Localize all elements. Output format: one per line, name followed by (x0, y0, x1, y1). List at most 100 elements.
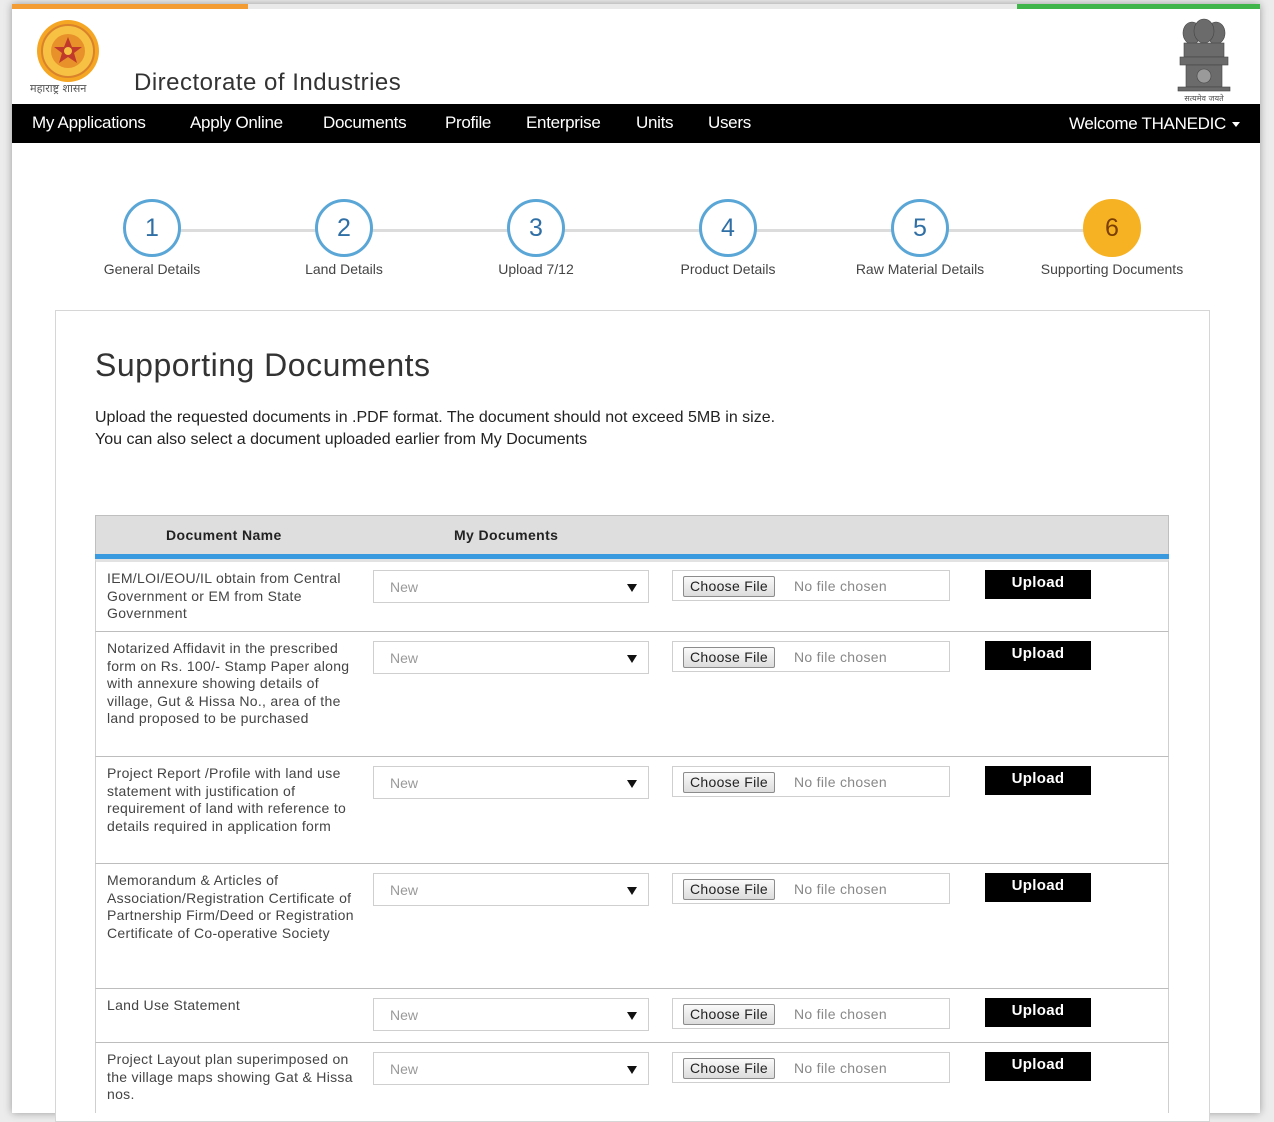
nav-apply-online[interactable]: Apply Online (190, 113, 283, 133)
select-value: New (390, 579, 419, 595)
table-row: Notarized Affidavit in the prescribed fo… (95, 632, 1169, 757)
documents-table: Document Name My Documents IEM/LOI/EOU/I… (95, 515, 1169, 1113)
main-navbar: My Applications Apply Online Documents P… (12, 104, 1260, 143)
file-input: Choose File No file chosen (672, 998, 950, 1029)
nav-profile[interactable]: Profile (445, 113, 491, 133)
step-label: Product Details (680, 261, 776, 277)
dropdown-arrow-icon (627, 887, 637, 895)
file-status: No file chosen (794, 649, 887, 665)
document-name: Notarized Affidavit in the prescribed fo… (107, 640, 350, 727)
national-emblem-logo: सत्यमेव जयते (1177, 18, 1231, 103)
dropdown-arrow-icon (627, 584, 637, 592)
choose-file-button[interactable]: Choose File (683, 1058, 776, 1079)
step-supporting-documents[interactable]: 6 Supporting Documents (1022, 199, 1202, 277)
caret-down-icon (1232, 122, 1240, 128)
nav-users[interactable]: Users (708, 113, 751, 133)
dropdown-arrow-icon (627, 655, 637, 663)
welcome-text: Welcome THANEDIC (1068, 114, 1226, 133)
file-status: No file chosen (794, 881, 887, 897)
file-input: Choose File No file chosen (672, 766, 950, 797)
dropdown-arrow-icon (627, 1066, 637, 1074)
document-name: Project Report /Profile with land use st… (107, 765, 347, 834)
upload-button[interactable]: Upload (985, 998, 1091, 1027)
upload-button[interactable]: Upload (985, 873, 1091, 902)
nav-units[interactable]: Units (636, 113, 674, 133)
intro-text: Upload the requested documents in .PDF f… (95, 407, 775, 451)
file-input: Choose File No file chosen (672, 1052, 950, 1083)
document-name: IEM/LOI/EOU/IL obtain from Central Gover… (107, 570, 341, 622)
step-label: General Details (103, 261, 201, 277)
select-value: New (390, 882, 419, 898)
column-header-my-documents: My Documents (454, 527, 559, 543)
dropdown-arrow-icon (627, 1012, 637, 1020)
file-status: No file chosen (794, 1006, 887, 1022)
step-product-details[interactable]: 4 Product Details (638, 199, 818, 277)
step-number: 1 (123, 199, 181, 257)
select-value: New (390, 1061, 419, 1077)
step-label: Upload 7/12 (498, 261, 574, 277)
table-row: Project Layout plan superimposed on the … (95, 1043, 1169, 1113)
choose-file-button[interactable]: Choose File (683, 576, 776, 597)
step-label: Supporting Documents (1040, 261, 1184, 277)
choose-file-button[interactable]: Choose File (683, 1004, 776, 1025)
table-row: Memorandum & Articles of Association/Reg… (95, 864, 1169, 989)
table-row: Project Report /Profile with land use st… (95, 757, 1169, 864)
my-documents-select[interactable]: New (373, 998, 649, 1031)
document-name: Memorandum & Articles of Association/Reg… (107, 872, 354, 941)
table-row: IEM/LOI/EOU/IL obtain from Central Gover… (95, 559, 1169, 632)
table-header: Document Name My Documents (95, 515, 1169, 554)
maharashtra-seal-logo (37, 20, 99, 82)
nav-enterprise[interactable]: Enterprise (526, 113, 601, 133)
file-input: Choose File No file chosen (672, 570, 950, 601)
intro-line-2: You can also select a document uploaded … (95, 431, 588, 448)
progress-stepper: 1 General Details 2 Land Details 3 Uploa… (12, 199, 1260, 289)
my-documents-select[interactable]: New (373, 873, 649, 906)
logo-caption: महाराष्ट्र शासन (30, 82, 87, 95)
nav-my-applications[interactable]: My Applications (32, 113, 146, 133)
table-row: Land Use Statement New Choose File No fi… (95, 989, 1169, 1043)
step-number: 6 (1083, 199, 1141, 257)
file-status: No file chosen (794, 578, 887, 594)
step-upload-7-12[interactable]: 3 Upload 7/12 (446, 199, 626, 277)
my-documents-select[interactable]: New (373, 570, 649, 603)
site-title: Directorate of Industries (134, 69, 402, 96)
upload-button[interactable]: Upload (985, 641, 1091, 670)
file-status: No file chosen (794, 1060, 887, 1076)
step-general-details[interactable]: 1 General Details (62, 199, 242, 277)
intro-line-1: Upload the requested documents in .PDF f… (95, 409, 776, 426)
choose-file-button[interactable]: Choose File (683, 647, 776, 668)
select-value: New (390, 1007, 419, 1023)
select-value: New (390, 775, 419, 791)
column-header-document-name: Document Name (166, 527, 282, 543)
nav-documents[interactable]: Documents (323, 113, 407, 133)
browser-page: महाराष्ट्र शासन Directorate of Industrie… (12, 4, 1260, 1122)
step-number: 4 (699, 199, 757, 257)
my-documents-select[interactable]: New (373, 1052, 649, 1085)
file-input: Choose File No file chosen (672, 641, 950, 672)
step-number: 5 (891, 199, 949, 257)
file-status: No file chosen (794, 774, 887, 790)
step-label: Land Details (305, 261, 383, 277)
user-menu[interactable]: Welcome THANEDIC (1069, 114, 1240, 134)
choose-file-button[interactable]: Choose File (683, 772, 776, 793)
emblem-caption: सत्यमेव जयते (1184, 93, 1224, 103)
supporting-documents-panel: Supporting Documents Upload the requeste… (55, 310, 1210, 1122)
step-land-details[interactable]: 2 Land Details (254, 199, 434, 277)
my-documents-select[interactable]: New (373, 641, 649, 674)
step-label: Raw Material Details (855, 261, 985, 277)
dropdown-arrow-icon (627, 780, 637, 788)
step-number: 2 (315, 199, 373, 257)
choose-file-button[interactable]: Choose File (683, 879, 776, 900)
document-name: Project Layout plan superimposed on the … (107, 1051, 353, 1103)
upload-button[interactable]: Upload (985, 1052, 1091, 1081)
file-input: Choose File No file chosen (672, 873, 950, 904)
document-name: Land Use Statement (107, 997, 241, 1013)
step-raw-material-details[interactable]: 5 Raw Material Details (830, 199, 1010, 277)
page-title: Supporting Documents (95, 347, 431, 383)
site-header: महाराष्ट्र शासन Directorate of Industrie… (12, 9, 1260, 104)
my-documents-select[interactable]: New (373, 766, 649, 799)
upload-button[interactable]: Upload (985, 570, 1091, 599)
select-value: New (390, 650, 419, 666)
step-number: 3 (507, 199, 565, 257)
upload-button[interactable]: Upload (985, 766, 1091, 795)
